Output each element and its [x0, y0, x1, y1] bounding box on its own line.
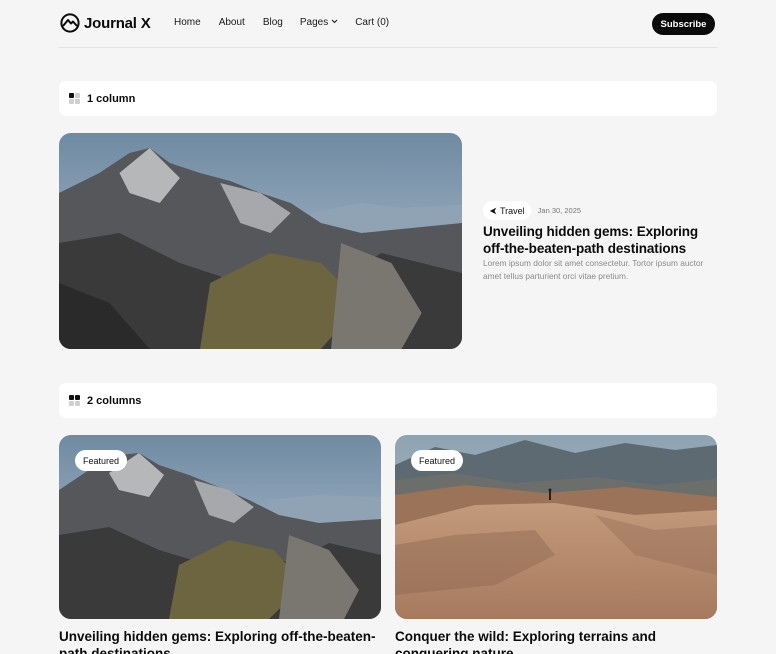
section-two-columns: 2 columns: [59, 383, 717, 418]
card-title[interactable]: Unveiling hidden gems: Exploring off-the…: [59, 628, 381, 654]
subscribe-button[interactable]: Subscribe: [652, 13, 715, 35]
category-tag[interactable]: Travel: [483, 201, 531, 220]
mountain-photo: [59, 133, 462, 349]
card-image[interactable]: Featured: [395, 435, 717, 619]
nav-pages-label: Pages: [299, 17, 329, 28]
post-meta: Travel Jan 30, 2025: [483, 201, 581, 220]
logo[interactable]: Journal X: [60, 13, 151, 33]
section-label: 1 column: [87, 92, 136, 105]
nav-about[interactable]: About: [219, 17, 245, 28]
nav-blog[interactable]: Blog: [263, 17, 283, 28]
category-label: Travel: [500, 205, 525, 216]
featured-badge: Featured: [75, 450, 128, 471]
mountain-logo-icon: [60, 13, 80, 33]
card-title[interactable]: Conquer the wild: Exploring terrains and…: [395, 628, 717, 654]
section-label: 2 columns: [87, 394, 142, 407]
featured-badge: Featured: [411, 450, 464, 471]
site-header: Journal X Home About Blog Pages Cart (0)…: [59, 0, 717, 48]
section-one-column: 1 column: [59, 81, 717, 116]
post-excerpt: Lorem ipsum dolor sit amet consectetur. …: [483, 258, 704, 281]
hero-post-image[interactable]: [59, 133, 462, 349]
nav-home[interactable]: Home: [174, 17, 201, 28]
main-nav: Home About Blog Pages Cart (0): [174, 17, 389, 28]
grid-layout-icon: [69, 395, 80, 406]
logo-text: Journal X: [84, 14, 151, 32]
chevron-down-icon: [331, 19, 338, 24]
plane-icon: [489, 207, 497, 214]
grid-layout-icon: [69, 93, 80, 104]
post-date: Jan 30, 2025: [537, 206, 582, 215]
nav-cart[interactable]: Cart (0): [355, 17, 389, 28]
post-title[interactable]: Unveiling hidden gems: Exploring off-the…: [483, 223, 717, 257]
nav-pages[interactable]: Pages: [300, 17, 338, 28]
card-image[interactable]: Featured: [59, 435, 381, 619]
